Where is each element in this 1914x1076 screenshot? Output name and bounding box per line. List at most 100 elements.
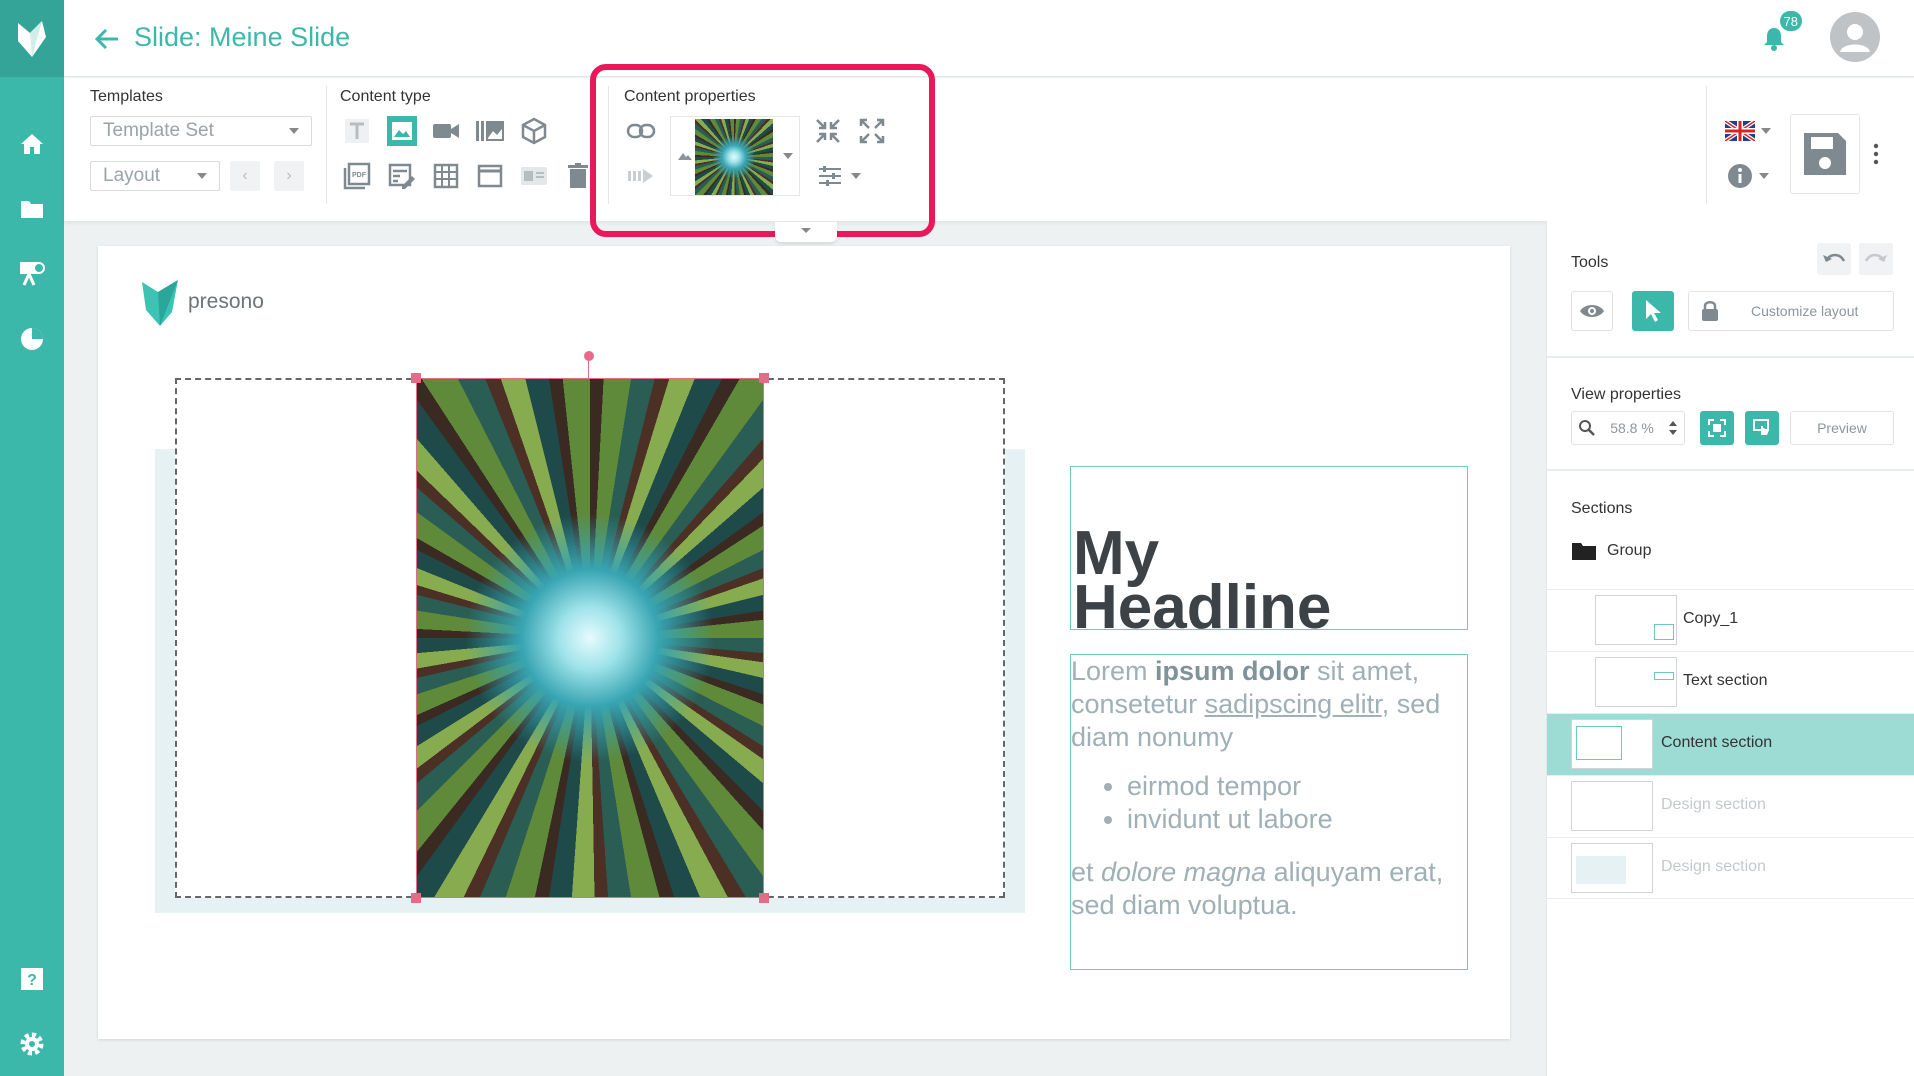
divider	[1706, 86, 1707, 204]
folder-icon[interactable]	[16, 193, 48, 225]
section-row-text[interactable]: Text section	[1547, 651, 1914, 713]
headline-line-2: Headline	[1073, 573, 1332, 642]
next-layout-button[interactable]: ›	[274, 161, 304, 191]
section-row-copy[interactable]: Copy_1	[1547, 589, 1914, 651]
section-row-design-2[interactable]: Design section	[1547, 837, 1914, 899]
group-row[interactable]: Group	[1571, 541, 1651, 561]
notification-badge: 78	[1777, 9, 1804, 33]
list-item: eirmod tempor	[1127, 770, 1467, 803]
top-header: Slide: Meine Slide 78	[64, 0, 1914, 77]
image-type-icon[interactable]	[384, 113, 420, 149]
gallery-type-icon[interactable]	[472, 113, 508, 149]
rotate-handle[interactable]	[584, 351, 594, 361]
form-type-icon[interactable]	[384, 158, 420, 194]
sections-label: Sections	[1571, 500, 1633, 517]
group-name: Group	[1607, 542, 1652, 559]
brand-logo: presono	[138, 276, 264, 328]
svg-text:PDF: PDF	[352, 172, 367, 179]
forest-image[interactable]	[416, 378, 764, 898]
eye-icon	[1580, 305, 1604, 317]
select-tool-button[interactable]	[1632, 291, 1674, 331]
pdf-type-icon[interactable]: PDF	[339, 158, 375, 194]
section-thumbnail	[1571, 843, 1653, 893]
save-button[interactable]	[1790, 114, 1860, 194]
folder-icon	[1572, 543, 1596, 560]
web-page-type-icon[interactable]	[472, 158, 508, 194]
highlight-frame	[590, 64, 935, 237]
app-logo[interactable]	[0, 0, 64, 77]
language-selector[interactable]	[1718, 113, 1778, 149]
editor-toolbar: Templates Template Set Layout ‹ › Conten…	[64, 78, 1914, 221]
touch-icon	[1753, 419, 1769, 435]
section-name: Text section	[1683, 672, 1768, 689]
help-icon[interactable]: ?	[16, 963, 48, 995]
divider	[326, 86, 327, 204]
section-thumbnail	[1595, 595, 1677, 645]
list-item: invidunt ut labore	[1127, 803, 1467, 836]
resize-handle-tl[interactable]	[411, 373, 421, 383]
headline-text-box[interactable]: My Headline	[1070, 466, 1468, 639]
undo-icon[interactable]	[1817, 243, 1851, 275]
resize-handle-br[interactable]	[759, 893, 769, 903]
card-type-icon[interactable]	[516, 158, 552, 194]
left-rail: ?	[0, 0, 64, 1076]
presono-logo-icon	[142, 280, 178, 326]
divider	[1547, 356, 1914, 358]
resize-handle-bl[interactable]	[411, 893, 421, 903]
templates-label: Templates	[90, 88, 163, 105]
section-thumbnail	[1571, 719, 1653, 769]
table-type-icon[interactable]	[428, 158, 464, 194]
slide-canvas[interactable]: presono My Headline Lorem ipsum dolor si…	[98, 246, 1510, 1039]
stepper-icon[interactable]	[1668, 420, 1678, 436]
settings-gear-icon[interactable]	[16, 1028, 48, 1060]
resize-handle-tr[interactable]	[759, 373, 769, 383]
chevron-down-icon	[289, 128, 299, 134]
section-name: Content section	[1661, 734, 1773, 751]
uk-flag-icon	[1725, 121, 1755, 141]
layout-dropdown[interactable]: Layout	[90, 161, 220, 191]
chevron-down-icon	[1759, 173, 1769, 179]
avatar[interactable]	[1830, 12, 1880, 62]
back-arrow-icon[interactable]	[92, 24, 122, 54]
section-row-content-selected[interactable]: Content section	[1547, 713, 1914, 775]
video-type-icon[interactable]	[428, 113, 464, 149]
touch-mode-button[interactable]	[1745, 411, 1779, 445]
body-italic-text: dolore magna	[1101, 857, 1267, 887]
content-type-label: Content type	[340, 88, 431, 105]
visibility-toggle[interactable]	[1571, 291, 1613, 331]
body-text: Lorem	[1071, 656, 1156, 686]
chevron-down-icon	[1761, 128, 1771, 134]
more-vertical-icon[interactable]	[1866, 136, 1886, 172]
section-row-design[interactable]: Design section	[1547, 775, 1914, 837]
fit-to-screen-button[interactable]	[1700, 411, 1734, 445]
customize-layout-button[interactable]: Customize layout	[1688, 291, 1894, 331]
body-text-box[interactable]: Lorem ipsum dolor sit amet, consetetur s…	[1070, 654, 1468, 970]
body-paragraph-1: Lorem ipsum dolor sit amet, consetetur s…	[1071, 655, 1467, 754]
search-icon	[1579, 420, 1595, 436]
presentation-icon[interactable]	[16, 257, 48, 289]
save-disk-icon	[1804, 133, 1846, 175]
text-type-icon[interactable]	[339, 113, 375, 149]
section-name: Copy_1	[1683, 610, 1739, 627]
preview-button[interactable]: Preview	[1790, 411, 1894, 445]
right-panel: Tools Customize layout View properties 5…	[1546, 221, 1914, 1076]
3d-object-type-icon[interactable]	[516, 113, 552, 149]
chevron-down-icon	[197, 173, 207, 179]
body-text: et	[1071, 857, 1102, 887]
section-name: Design section	[1661, 858, 1766, 875]
page-title: Slide: Meine Slide	[134, 22, 351, 52]
section-thumbnail	[1595, 657, 1677, 707]
zoom-input[interactable]: 58.8 %	[1571, 411, 1685, 445]
previous-layout-button[interactable]: ‹	[230, 161, 260, 191]
home-icon[interactable]	[16, 128, 48, 160]
body-bullet-list: eirmod tempor invidunt ut labore	[1127, 770, 1467, 836]
info-icon	[1728, 164, 1752, 188]
tools-label: Tools	[1571, 254, 1609, 271]
section-name: Design section	[1661, 796, 1766, 813]
template-set-dropdown[interactable]: Template Set	[90, 116, 312, 146]
customize-layout-label: Customize layout	[1751, 303, 1859, 319]
redo-icon[interactable]	[1859, 243, 1893, 275]
info-dropdown[interactable]	[1718, 158, 1778, 194]
toolbar-collapse-handle[interactable]	[775, 222, 837, 242]
analytics-icon[interactable]	[16, 323, 48, 355]
